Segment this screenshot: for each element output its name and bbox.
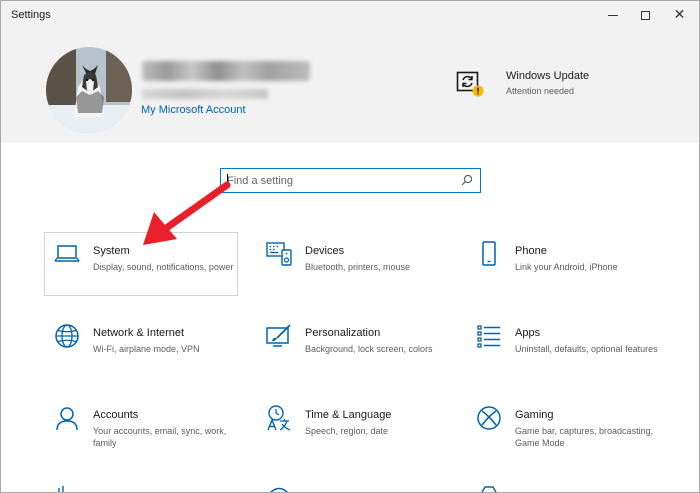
tile-devices-desc: Bluetooth, printers, mouse: [305, 262, 411, 272]
phone-icon: [482, 241, 496, 266]
tile-phone-name: Phone: [515, 245, 547, 257]
search-input[interactable]: [227, 172, 457, 189]
tile-phone[interactable]: Phone Link your Android, iPhone: [466, 232, 660, 296]
account-header: My Microsoft Account Windows Update Atte…: [1, 29, 699, 143]
tile-time-language[interactable]: Time & Language Speech, region, date: [256, 396, 450, 460]
apps-list-icon: [477, 325, 500, 348]
tile-personalization-desc: Background, lock screen, colors: [305, 344, 433, 354]
avatar-dog-image: [46, 47, 132, 133]
partial-row-icon-3: [481, 486, 497, 492]
tile-gaming-name: Gaming: [515, 409, 554, 421]
my-microsoft-account-link[interactable]: My Microsoft Account: [141, 104, 246, 116]
close-icon: ✕: [673, 7, 686, 23]
tile-apps-name: Apps: [515, 327, 541, 339]
laptop-icon: [54, 245, 80, 262]
tile-network-internet[interactable]: Network & Internet Wi-Fi, airplane mode,…: [44, 314, 238, 378]
tile-apps-desc: Uninstall, defaults, optional features: [515, 344, 658, 354]
xbox-icon: [477, 406, 501, 430]
find-setting-search[interactable]: [220, 168, 481, 193]
partial-row-icon-2: [270, 487, 288, 492]
tile-time-language-desc: Speech, region, date: [305, 426, 389, 436]
tile-gaming[interactable]: Gaming Game bar, captures, broadcasting,…: [466, 396, 660, 460]
globe-icon: [55, 324, 79, 348]
tile-system-name: System: [93, 245, 130, 257]
tile-personalization[interactable]: Personalization Background, lock screen,…: [256, 314, 450, 378]
tile-accounts-name: Accounts: [93, 409, 139, 421]
tile-accounts-desc: Your accounts, email, sync, work, family: [93, 426, 227, 448]
close-button[interactable]: ✕: [663, 1, 696, 29]
time-language-icon: [267, 405, 291, 431]
tile-network-name: Network & Internet: [93, 327, 185, 339]
tile-devices[interactable]: Devices Bluetooth, printers, mouse: [256, 232, 450, 296]
partial-row-icon-1: [58, 486, 64, 492]
tile-time-language-name: Time & Language: [305, 409, 392, 421]
tile-system-desc: Display, sound, notifications, power: [93, 262, 234, 272]
tile-phone-desc: Link your Android, iPhone: [515, 262, 618, 272]
window-title: Settings: [11, 9, 51, 21]
blurred-user-name: [142, 61, 310, 81]
tile-personalization-name: Personalization: [305, 327, 381, 339]
minimize-icon: [607, 14, 618, 16]
title-bar[interactable]: Settings ✕: [1, 1, 699, 29]
blurred-user-email: [142, 89, 268, 99]
tile-devices-name: Devices: [305, 245, 345, 257]
search-icon[interactable]: [461, 174, 473, 186]
maximize-icon: [641, 10, 650, 20]
avatar[interactable]: [46, 47, 132, 133]
windows-update-icon[interactable]: [456, 69, 484, 97]
tile-network-desc: Wi-Fi, airplane mode, VPN: [93, 344, 200, 354]
tile-system[interactable]: System Display, sound, notifications, po…: [44, 232, 238, 296]
minimize-button[interactable]: [596, 1, 629, 29]
text-caret: [227, 174, 228, 188]
tile-gaming-desc: Game bar, captures, broadcasting, Game M…: [515, 426, 654, 448]
settings-window: Settings ✕ My Microsoft Account Windows …: [0, 0, 700, 493]
tile-apps[interactable]: Apps Uninstall, defaults, optional featu…: [466, 314, 660, 378]
windows-update-status: Attention needed: [506, 86, 575, 96]
person-icon: [56, 407, 78, 431]
maximize-button[interactable]: [629, 1, 662, 29]
personalization-icon: [266, 324, 291, 347]
tile-accounts[interactable]: Accounts Your accounts, email, sync, wor…: [44, 396, 238, 460]
windows-update-title[interactable]: Windows Update: [506, 70, 589, 82]
devices-icon: [266, 242, 292, 266]
